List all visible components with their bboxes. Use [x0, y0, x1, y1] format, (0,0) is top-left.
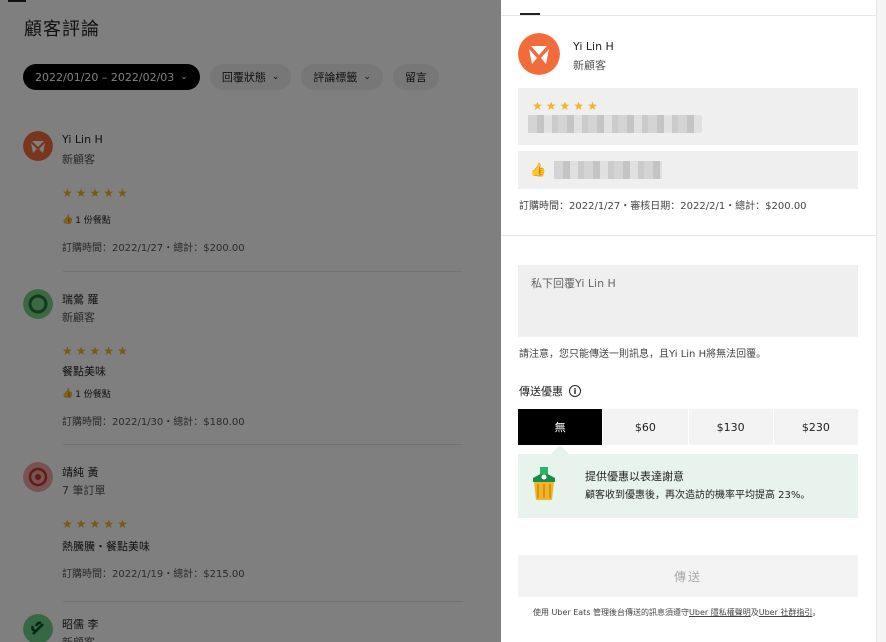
- reviewer-name: Yi Lin H: [573, 40, 614, 53]
- star-icon: ★: [587, 99, 598, 113]
- offer-option-60[interactable]: $60: [603, 409, 689, 445]
- footer-text: 使用 Uber Eats 管理後台傳送的訊息須遵守: [533, 608, 690, 617]
- review-list-area: 顧客評論 2022/01/20 – 2022/02/03⌄ 回覆狀態⌄ 評論標籤…: [0, 0, 501, 642]
- review-detail-panel: Yi Lin H 新顧客 ★ ★ ★ ★ ★ 👍 訂購時間：2022/1/27・審核日期…: [501, 0, 886, 642]
- promo-banner: 提供優惠以表達謝意 顧客收到優惠後，再次造訪的機率平均提高 23%。: [518, 454, 858, 518]
- modal-backdrop[interactable]: [0, 0, 501, 642]
- star-icon: ★: [559, 99, 571, 113]
- divider: [501, 235, 876, 236]
- offer-selector: 無 $60 $130 $230: [518, 409, 858, 445]
- reviewer-subtitle: 新顧客: [573, 59, 606, 72]
- star-icon: ★: [532, 99, 543, 113]
- offer-heading: 傳送優惠 i: [519, 383, 581, 399]
- rating-stars: ★★★★★: [532, 100, 598, 112]
- offer-option-none[interactable]: 無: [518, 409, 604, 445]
- divider: [501, 15, 876, 16]
- gift-shop-icon: [533, 467, 555, 500]
- info-icon[interactable]: i: [569, 385, 581, 397]
- star-icon: ★: [573, 99, 585, 113]
- offer-option-230[interactable]: $230: [774, 409, 858, 445]
- review-comment-box: ★ ★ ★ ★ ★: [518, 88, 858, 145]
- blurred-comment: [528, 115, 702, 133]
- order-meta: 訂購時間：2022/1/27・審核日期：2022/2/1・總計：$200.00: [519, 201, 807, 212]
- promo-text: 顧客收到優惠後，再次造訪的機率平均提高 23%。: [585, 490, 811, 501]
- terms-footer: 使用 Uber Eats 管理後台傳送的訊息須遵守Uber 隱私權聲明及Uber…: [533, 607, 820, 618]
- footer-text: 及: [750, 608, 759, 617]
- send-button[interactable]: 傳送: [518, 555, 858, 597]
- pointer-caret: [551, 445, 569, 454]
- offer-title: 傳送優惠: [519, 385, 563, 398]
- footer-text: 。: [812, 608, 821, 617]
- privacy-link[interactable]: Uber 隱私權聲明: [689, 608, 751, 617]
- community-guidelines-link[interactable]: Uber 社群指引: [759, 608, 813, 617]
- offer-option-130[interactable]: $130: [689, 409, 774, 445]
- scrollbar[interactable]: [876, 0, 886, 642]
- promo-title: 提供優惠以表達謝意: [585, 470, 684, 483]
- tri-wedge-icon: [518, 33, 560, 75]
- liked-items-box: 👍: [518, 151, 858, 189]
- reply-note: 請注意，您只能傳送一則訊息，且Yi Lin H將無法回覆。: [519, 349, 767, 360]
- blurred-items: [554, 161, 662, 179]
- thumbs-up-icon: 👍: [530, 163, 547, 178]
- star-icon: ★: [545, 99, 557, 113]
- private-reply-input[interactable]: [518, 265, 858, 337]
